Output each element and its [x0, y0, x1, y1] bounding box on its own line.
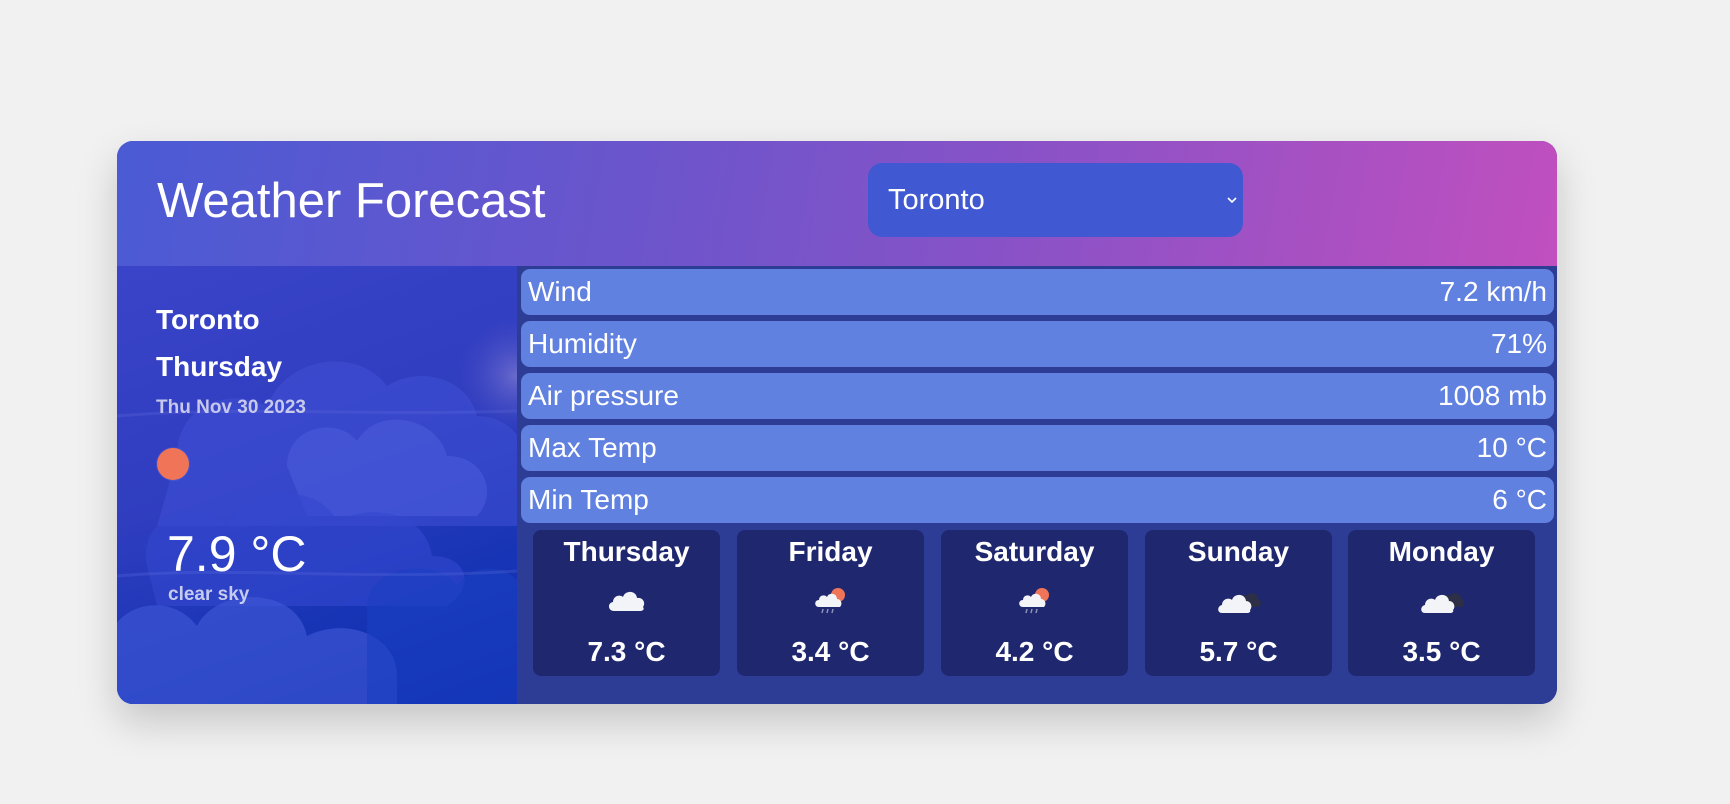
stat-row-air-pressure: Air pressure 1008 mb — [521, 373, 1554, 419]
details-panel: Wind 7.2 km/h Humidity 71% Air pressure … — [517, 266, 1557, 704]
current-weather-panel: Toronto Thursday Thu Nov 30 2023 7.9 °C … — [117, 266, 517, 704]
forecast-temp: 5.7 °C — [1199, 636, 1278, 667]
stat-label: Max Temp — [528, 432, 657, 463]
forecast-day: Sunday — [1187, 536, 1290, 567]
city-select-value: Toronto — [888, 183, 985, 216]
stat-row-min-temp: Min Temp 6 °C — [521, 477, 1554, 523]
stat-label: Humidity — [528, 328, 637, 359]
forecast-card-thursday[interactable]: Thursday 7.3 °C — [533, 530, 720, 676]
stat-value: 1008 mb — [1438, 380, 1547, 411]
forecast-card-monday[interactable]: Monday 3.5 °C — [1348, 530, 1535, 676]
chevron-down-icon — [1227, 191, 1237, 207]
broken-clouds-icon — [1216, 585, 1262, 622]
forecast-day: Saturday — [974, 536, 1095, 567]
city-select[interactable]: Toronto — [868, 163, 1243, 237]
current-city: Toronto — [156, 304, 260, 335]
current-day: Thursday — [156, 351, 283, 382]
stat-label: Wind — [528, 276, 592, 307]
stat-value: 6 °C — [1492, 484, 1547, 515]
forecast-day: Monday — [1388, 536, 1495, 567]
stat-row-max-temp: Max Temp 10 °C — [521, 425, 1554, 471]
forecast-temp: 3.4 °C — [791, 636, 870, 667]
forecast-temp: 4.2 °C — [995, 636, 1074, 667]
forecast-temp: 7.3 °C — [587, 636, 666, 667]
stat-row-wind: Wind 7.2 km/h — [521, 269, 1554, 315]
forecast-day: Friday — [788, 536, 873, 567]
stat-value: 10 °C — [1476, 432, 1547, 463]
stat-label: Min Temp — [528, 484, 649, 515]
sun-cloud-rain-icon — [813, 585, 849, 622]
weather-card: Weather Forecast Toronto Toronto Thursda… — [117, 141, 1557, 704]
forecast-card-friday[interactable]: Friday 3.4 °C — [737, 530, 924, 676]
stat-label: Air pressure — [528, 380, 679, 411]
header: Weather Forecast Toronto — [117, 141, 1557, 266]
forecast-day: Thursday — [563, 536, 690, 567]
stat-row-humidity: Humidity 71% — [521, 321, 1554, 367]
current-temperature: 7.9 °C — [167, 526, 307, 582]
current-description: clear sky — [168, 584, 250, 605]
sun-cloud-rain-icon — [1017, 585, 1053, 622]
forecast-card-saturday[interactable]: Saturday 4.2 °C — [941, 530, 1128, 676]
current-date: Thu Nov 30 2023 — [156, 397, 306, 418]
forecast-temp: 3.5 °C — [1402, 636, 1481, 667]
forecast-card-sunday[interactable]: Sunday 5.7 °C — [1145, 530, 1332, 676]
app-title: Weather Forecast — [157, 174, 546, 228]
stat-value: 7.2 km/h — [1439, 276, 1547, 307]
cloud-icon — [606, 585, 648, 620]
sun-icon — [157, 448, 189, 480]
broken-clouds-icon — [1419, 585, 1465, 622]
stat-value: 71% — [1490, 328, 1547, 359]
